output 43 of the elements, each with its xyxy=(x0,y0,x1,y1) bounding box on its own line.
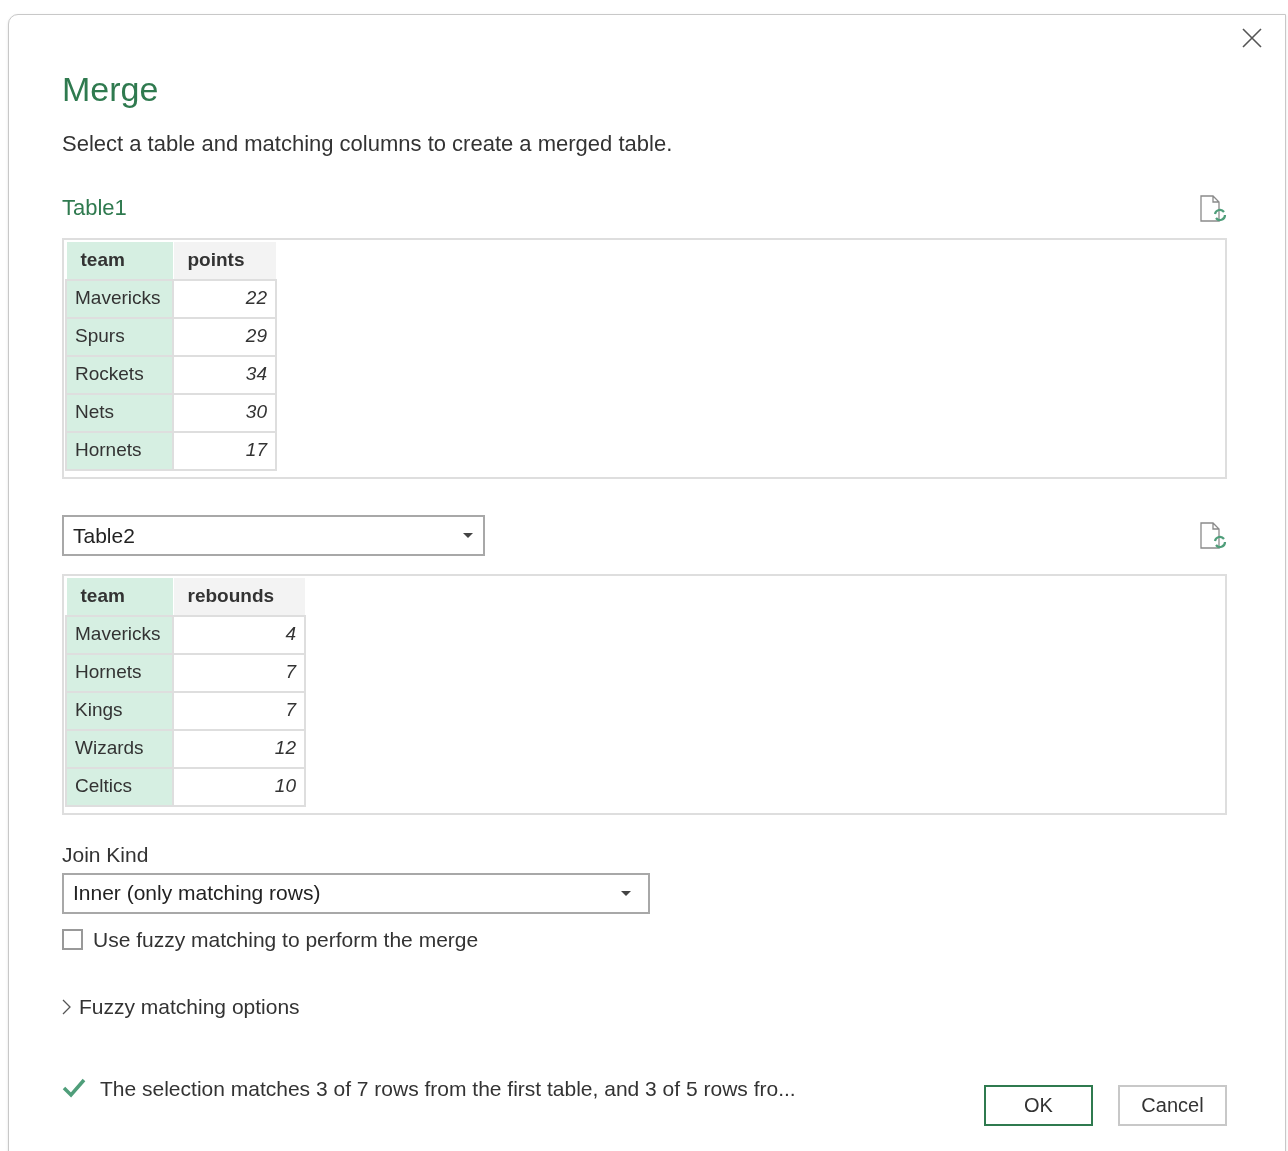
table-cell: Spurs xyxy=(66,317,173,356)
chevron-icon xyxy=(62,998,71,1015)
table-name: Table1 xyxy=(62,194,127,222)
table-cell: 17 xyxy=(173,431,276,470)
checkmark-icon xyxy=(62,1078,86,1099)
table-cell: Hornets xyxy=(66,653,173,692)
close-icon xyxy=(1242,28,1262,48)
dropdown-arrow-icon xyxy=(620,889,632,897)
table-cell: 7 xyxy=(173,653,305,692)
status-message: The selection matches 3 of 7 rows from the first table, and 3 of 5 rows fro... xyxy=(100,1075,796,1102)
cancel-button[interactable]: Cancel xyxy=(1118,1084,1227,1126)
file-refresh-icon[interactable] xyxy=(1199,520,1227,551)
table-cell: Mavericks xyxy=(66,279,173,318)
fuzzy-checkbox[interactable] xyxy=(62,928,83,950)
table-cell: Nets xyxy=(66,393,173,432)
table-cell: Wizards xyxy=(66,729,173,768)
fuzzy-label: Use fuzzy matching to perform the merge xyxy=(93,926,479,953)
table-cell: 4 xyxy=(173,615,305,654)
table-cell: Rockets xyxy=(66,355,173,394)
table-cell: 29 xyxy=(173,317,276,356)
table-cell: Hornets xyxy=(66,431,173,470)
join-kind-label: Join Kind xyxy=(62,842,149,868)
column-header[interactable]: team xyxy=(66,241,173,280)
table-cell: Mavericks xyxy=(66,615,173,654)
column-header[interactable]: rebounds xyxy=(173,577,305,616)
file-refresh-icon[interactable] xyxy=(1199,194,1227,224)
table-cell: 12 xyxy=(173,729,305,768)
table-cell: 22 xyxy=(173,279,276,318)
join-kind-dropdown[interactable]: Inner (only matching rows) xyxy=(62,872,650,914)
table-cell: 7 xyxy=(173,691,305,730)
table-cell: 34 xyxy=(173,355,276,394)
table-cell: 30 xyxy=(173,393,276,432)
dialog-title: Merge xyxy=(62,69,159,110)
column-header[interactable]: points xyxy=(173,241,276,280)
column-header[interactable]: team xyxy=(66,577,173,616)
dialog-description: Select a table and matching columns to create a merged table. xyxy=(62,130,673,158)
table-cell: Kings xyxy=(66,691,173,730)
ok-button[interactable]: OK xyxy=(984,1084,1093,1126)
table-cell: Celtics xyxy=(66,767,173,806)
fuzzy-options-toggle[interactable]: Fuzzy matching options xyxy=(62,991,300,1023)
dropdown-arrow-icon xyxy=(462,532,474,539)
table-cell: 10 xyxy=(173,767,305,806)
table-dropdown[interactable]: Table2 xyxy=(62,515,485,556)
